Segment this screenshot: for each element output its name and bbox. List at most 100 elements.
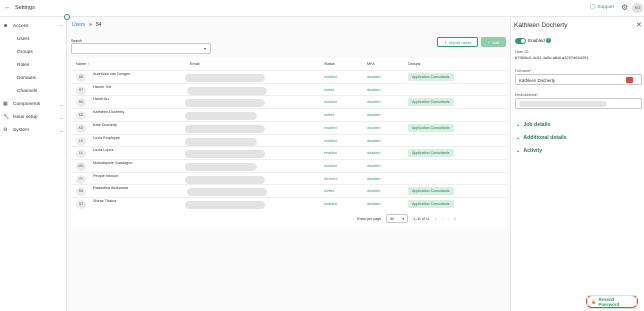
sidebar-item-users[interactable]: Users bbox=[17, 34, 30, 44]
status-badge: enabled bbox=[324, 125, 337, 130]
next-page-icon[interactable]: › bbox=[448, 217, 449, 221]
full-name-field[interactable]: Kathleen Docherty bbox=[515, 74, 642, 85]
sidebar-item-label: Access bbox=[13, 23, 29, 29]
page-title: Settings bbox=[15, 5, 35, 11]
breadcrumb-separator-icon: » bbox=[89, 22, 92, 28]
avatar: ST bbox=[76, 200, 86, 209]
status-badge: enabled bbox=[324, 100, 337, 105]
sidebar-item-roles[interactable]: Roles bbox=[17, 60, 29, 70]
sidebar-item-domains[interactable]: Domains bbox=[17, 73, 36, 83]
mfa-status: disabled bbox=[367, 176, 381, 181]
group-chip: Application Consultants bbox=[408, 187, 454, 196]
full-name-label: Full name* bbox=[515, 69, 532, 73]
email-redacted bbox=[519, 101, 607, 107]
rows-per-page-label: Rows per page bbox=[357, 216, 382, 221]
back-arrow-icon[interactable]: ← bbox=[4, 4, 11, 11]
user-name[interactable]: Lucia Lopez bbox=[93, 148, 113, 152]
sidebar-item-components[interactable]: ▦ Components ⌄ bbox=[3, 99, 65, 109]
table-row[interactable]: RA Radostina Atobuowa invited disabled Appli… bbox=[71, 184, 507, 197]
column-header-status[interactable]: Status bbox=[324, 62, 335, 66]
user-name[interactable]: Shiraz Thakur bbox=[93, 199, 117, 203]
sidebar-item-access[interactable]: ☻ Access ⌃ bbox=[3, 21, 65, 31]
enabled-toggle[interactable] bbox=[515, 38, 526, 44]
email-redacted bbox=[185, 150, 265, 159]
lock-icon: 🔒 bbox=[591, 298, 597, 304]
add-user-button[interactable]: + Add bbox=[481, 37, 506, 47]
email-redacted bbox=[185, 99, 265, 108]
import-users-button[interactable]: ⇪ Import users bbox=[437, 37, 478, 47]
status-badge: invited bbox=[324, 113, 335, 118]
avatar[interactable]: KD bbox=[632, 3, 643, 13]
section-additional-details[interactable]: ⌄ Additional details bbox=[516, 135, 567, 141]
close-icon[interactable]: ✕ bbox=[636, 21, 642, 29]
avatar: KD bbox=[76, 123, 86, 133]
status-badge: enabled bbox=[324, 138, 337, 143]
email-label: Email address* bbox=[515, 93, 538, 97]
user-name[interactable]: People Intouch bbox=[93, 174, 118, 178]
section-activity[interactable]: ⌄ Activity bbox=[516, 148, 542, 154]
column-header-groups[interactable]: Groups bbox=[408, 62, 420, 66]
gear-icon: ⚙ bbox=[3, 127, 8, 133]
chevron-down-icon: ⌄ bbox=[59, 101, 63, 107]
components-icon: ▦ bbox=[3, 101, 8, 107]
table-row[interactable]: ST Shiraz Thakur enabled disabled Applicatio… bbox=[71, 197, 507, 210]
avatar: RA bbox=[76, 187, 86, 197]
first-page-icon[interactable]: |‹ bbox=[435, 217, 437, 221]
user-name[interactable]: Aurelians van Dongen bbox=[93, 72, 130, 76]
user-name[interactable]: Hanét Au bbox=[93, 97, 109, 101]
table-row[interactable]: PI People Intouch disabled disabled bbox=[71, 171, 507, 185]
resend-password-button[interactable]: 🔒 Resend Password bbox=[586, 294, 638, 309]
chevron-up-icon: ⌃ bbox=[59, 23, 63, 29]
support-link[interactable]: ◯ Support bbox=[590, 5, 614, 10]
table-row[interactable]: LL Lucia Lopez enabled disabled Application … bbox=[71, 146, 507, 159]
status-badge: invited bbox=[324, 87, 335, 92]
search-input[interactable]: ▾ bbox=[71, 43, 211, 54]
section-label: Additional details bbox=[523, 135, 567, 141]
table-row[interactable]: KD Kathleen Docherty invited disabled bbox=[71, 108, 507, 121]
status-badge: enabled bbox=[324, 202, 337, 206]
status-dot-icon bbox=[64, 14, 70, 20]
mfa-status: disabled bbox=[367, 163, 381, 168]
rows-per-page-value: 50 bbox=[390, 216, 395, 221]
column-header-name[interactable]: Name ↑ bbox=[76, 62, 89, 66]
email-redacted bbox=[187, 188, 267, 197]
people-icon: ☻ bbox=[3, 23, 9, 29]
table-row[interactable]: AD Aurelians van Dongen enabled disabled App… bbox=[71, 70, 507, 83]
section-job-details[interactable]: ⌄ Job details bbox=[516, 122, 550, 128]
full-name-value: Kathleen Docherty bbox=[519, 77, 556, 83]
breadcrumb-users-link[interactable]: Users bbox=[72, 22, 85, 28]
sidebar-item-groups[interactable]: Groups bbox=[17, 47, 33, 57]
email-field[interactable] bbox=[515, 98, 642, 109]
sidebar-item-system[interactable]: ⚙ System ⌄ bbox=[3, 125, 65, 135]
user-name[interactable]: Kate Docherty bbox=[93, 123, 117, 127]
section-label: Activity bbox=[523, 148, 543, 154]
user-name[interactable]: Radostina Atobuowa bbox=[93, 186, 128, 190]
sidebar-item-channels[interactable]: Channels bbox=[17, 86, 37, 96]
table-row[interactable]: HA Hanét Au enabled disabled Application Con… bbox=[71, 95, 507, 108]
mfa-status: disabled bbox=[367, 75, 381, 79]
sidebar-item-label: Issue setup bbox=[13, 114, 38, 120]
table-row[interactable]: HT Hanek Tnit invited disabled bbox=[71, 82, 507, 96]
user-name[interactable]: Lucia Employee bbox=[93, 136, 120, 140]
table-row[interactable]: MG Motsotapele Guadagno enabled disabled bbox=[71, 158, 507, 172]
chevron-down-icon: ⌄ bbox=[516, 135, 521, 141]
avatar: HT bbox=[76, 85, 86, 95]
column-header-email[interactable]: Email bbox=[190, 62, 200, 66]
last-page-icon[interactable]: ›| bbox=[454, 217, 456, 221]
group-chip: Application Consultants bbox=[408, 73, 454, 81]
password-manager-icon[interactable] bbox=[626, 77, 633, 83]
user-name[interactable]: Kathleen Docherty bbox=[93, 110, 124, 114]
rows-per-page-select[interactable]: 50 ▾ bbox=[386, 214, 409, 223]
sidebar-item-issue-setup[interactable]: 🔧 Issue setup ⌄ bbox=[3, 112, 65, 122]
prev-page-icon[interactable]: ‹ bbox=[442, 217, 443, 221]
column-header-mfa[interactable]: MFA bbox=[367, 62, 375, 66]
info-icon[interactable]: i bbox=[546, 38, 551, 43]
email-redacted bbox=[185, 201, 265, 209]
page-range: 1–11 of 11 bbox=[413, 216, 430, 221]
user-name[interactable]: Hanek Tnit bbox=[93, 85, 111, 89]
chevron-down-icon: ⌄ bbox=[59, 127, 63, 133]
table-row[interactable]: LE Lucia Employee enabled disabled bbox=[71, 133, 507, 147]
table-row[interactable]: KD Kate Docherty enabled disabled Applicatio… bbox=[71, 120, 507, 134]
user-name[interactable]: Motsotapele Guadagno bbox=[93, 161, 132, 165]
gear-icon[interactable]: ⚙ bbox=[621, 3, 628, 12]
